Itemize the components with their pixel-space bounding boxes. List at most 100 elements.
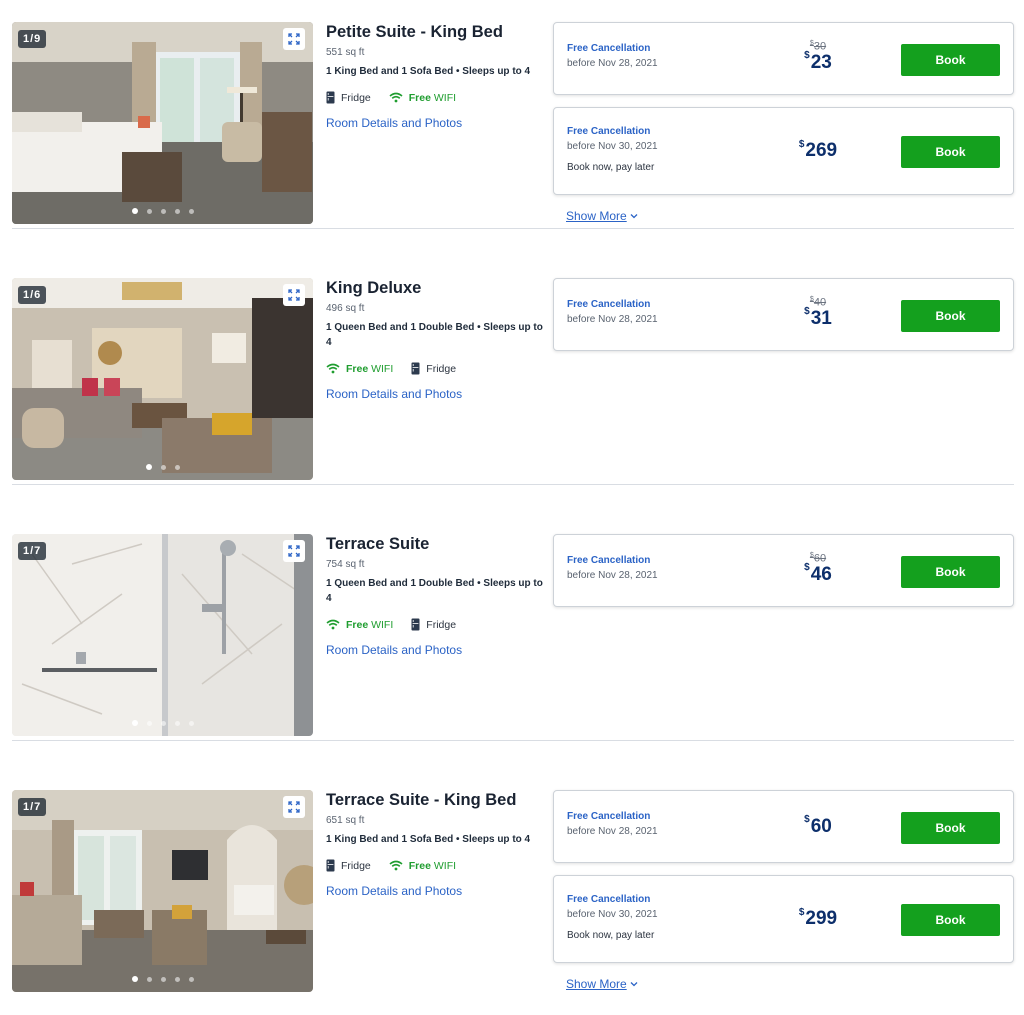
room-photo-carousel[interactable]: 1/7	[12, 534, 313, 736]
amenity-label: WIFI	[371, 362, 394, 375]
carousel-dot[interactable]	[146, 976, 152, 982]
amenities: Free WIFI Fridge	[326, 618, 550, 631]
cancellation-deadline: before Nov 28, 2021	[567, 826, 658, 837]
room-photo-carousel[interactable]: 1/9	[12, 22, 313, 224]
original-price: $30	[788, 40, 848, 53]
room-photo-carousel[interactable]: 1/7	[12, 790, 313, 992]
room-card: 1/9 Petite Suite - King Bed 551 sq ft 1 …	[12, 22, 1014, 232]
carousel-dot[interactable]	[146, 720, 152, 726]
wifi-icon	[326, 363, 340, 374]
room-divider	[12, 740, 1014, 741]
amenity-fridge: Fridge	[326, 91, 371, 104]
room-size: 496 sq ft	[326, 303, 365, 314]
free-cancellation-label: Free Cancellation	[567, 126, 651, 137]
original-amount: 40	[813, 296, 827, 309]
room-info: Petite Suite - King Bed 551 sq ft 1 King…	[326, 22, 550, 132]
price: $269	[778, 138, 858, 162]
carousel-dot[interactable]	[160, 464, 166, 470]
show-more-link[interactable]: Show More	[566, 209, 638, 223]
room-photo	[12, 278, 313, 480]
room-title: Terrace Suite - King Bed	[326, 791, 517, 809]
price-amount: 60	[810, 815, 832, 837]
room-info: Terrace Suite - King Bed 651 sq ft 1 Kin…	[326, 790, 550, 900]
carousel-dot[interactable]	[174, 464, 180, 470]
expand-icon	[288, 33, 300, 45]
rate-option: Free Cancellation before Nov 28, 2021 $4…	[553, 278, 1014, 351]
bed-config: 1 Queen Bed and 1 Double Bed • Sleeps up…	[326, 322, 543, 348]
book-button[interactable]: Book	[901, 136, 1000, 168]
room-details-link[interactable]: Room Details and Photos	[326, 116, 462, 130]
price-currency: $	[798, 138, 805, 150]
rate-option: Free Cancellation before Nov 28, 2021 $3…	[553, 22, 1014, 95]
price-amount: 46	[810, 563, 832, 585]
fridge-icon	[411, 362, 420, 375]
amenity-label: WIFI	[433, 859, 457, 872]
room-photo-carousel[interactable]: 1/6	[12, 278, 313, 480]
book-button[interactable]: Book	[901, 43, 1000, 76]
room-details-link[interactable]: Room Details and Photos	[326, 884, 462, 898]
free-cancellation-label: Free Cancellation	[567, 555, 651, 566]
carousel-dot[interactable]	[160, 208, 166, 214]
price: $31	[778, 306, 858, 330]
carousel-dot[interactable]	[146, 208, 152, 214]
price-currency: $	[804, 50, 810, 62]
amenity-label: Fridge	[426, 618, 457, 631]
show-more-link[interactable]: Show More	[566, 977, 638, 991]
amenity-wifi: Free WIFI	[326, 619, 393, 631]
rate-option: Free Cancellation before Nov 30, 2021 Bo…	[553, 107, 1014, 195]
book-button[interactable]: Book	[901, 555, 1000, 588]
price-amount: 299	[805, 908, 838, 929]
price-amount: 269	[805, 140, 838, 161]
original-amount: 60	[813, 552, 827, 565]
carousel-dot[interactable]	[174, 720, 180, 726]
book-button[interactable]: Book	[901, 811, 1000, 844]
amenity-wifi: Free WIFI	[389, 860, 456, 872]
carousel-dot[interactable]	[160, 976, 166, 982]
amenity-fridge: Fridge	[326, 859, 371, 872]
price-currency: $	[804, 306, 810, 318]
amenity-label: Fridge	[426, 362, 457, 375]
expand-photo-button[interactable]	[283, 28, 305, 50]
amenity-label: WIFI	[371, 618, 394, 631]
room-title: Terrace Suite	[326, 535, 430, 553]
fridge-icon	[326, 91, 335, 104]
carousel-dot[interactable]	[131, 976, 138, 982]
carousel-dot[interactable]	[188, 976, 194, 982]
price-amount: 31	[810, 307, 832, 329]
carousel-dot[interactable]	[160, 720, 166, 726]
show-more-label: Show More	[566, 209, 627, 223]
carousel-dot[interactable]	[131, 208, 138, 214]
carousel-dot[interactable]	[174, 976, 180, 982]
room-title: Petite Suite - King Bed	[326, 23, 503, 41]
carousel-dot[interactable]	[131, 720, 138, 726]
amenity-bold: Free	[346, 618, 369, 631]
book-button[interactable]: Book	[901, 904, 1000, 936]
room-details-link[interactable]: Room Details and Photos	[326, 387, 462, 401]
photo-counter: 1/7	[18, 542, 47, 560]
carousel-dot[interactable]	[188, 208, 194, 214]
expand-photo-button[interactable]	[283, 540, 305, 562]
rate-option: Free Cancellation before Nov 28, 2021 $6…	[553, 534, 1014, 607]
room-card: 1/7 Terrace Suite 754 sq ft 1 Queen Bed …	[12, 534, 1014, 744]
expand-icon	[288, 801, 300, 813]
amenity-label: Fridge	[341, 91, 371, 104]
carousel-dots	[12, 976, 313, 982]
carousel-dots	[12, 208, 313, 214]
price-currency: $	[804, 814, 810, 826]
pay-later-label: Book now, pay later	[567, 162, 655, 173]
cancellation-deadline: before Nov 28, 2021	[567, 314, 658, 325]
expand-photo-button[interactable]	[283, 284, 305, 306]
price-currency: $	[804, 562, 810, 574]
carousel-dot[interactable]	[188, 720, 194, 726]
expand-icon	[288, 545, 300, 557]
photo-counter: 1/9	[18, 30, 47, 48]
room-details-link[interactable]: Room Details and Photos	[326, 643, 462, 657]
expand-photo-button[interactable]	[283, 796, 305, 818]
book-button[interactable]: Book	[901, 299, 1000, 332]
carousel-dot[interactable]	[145, 464, 152, 470]
room-divider	[12, 484, 1014, 485]
price: $23	[778, 50, 858, 74]
room-card: 1/7 Terrace Suite - King Bed 651 sq ft 1…	[12, 790, 1014, 1000]
amenity-fridge: Fridge	[411, 618, 456, 631]
carousel-dot[interactable]	[174, 208, 180, 214]
